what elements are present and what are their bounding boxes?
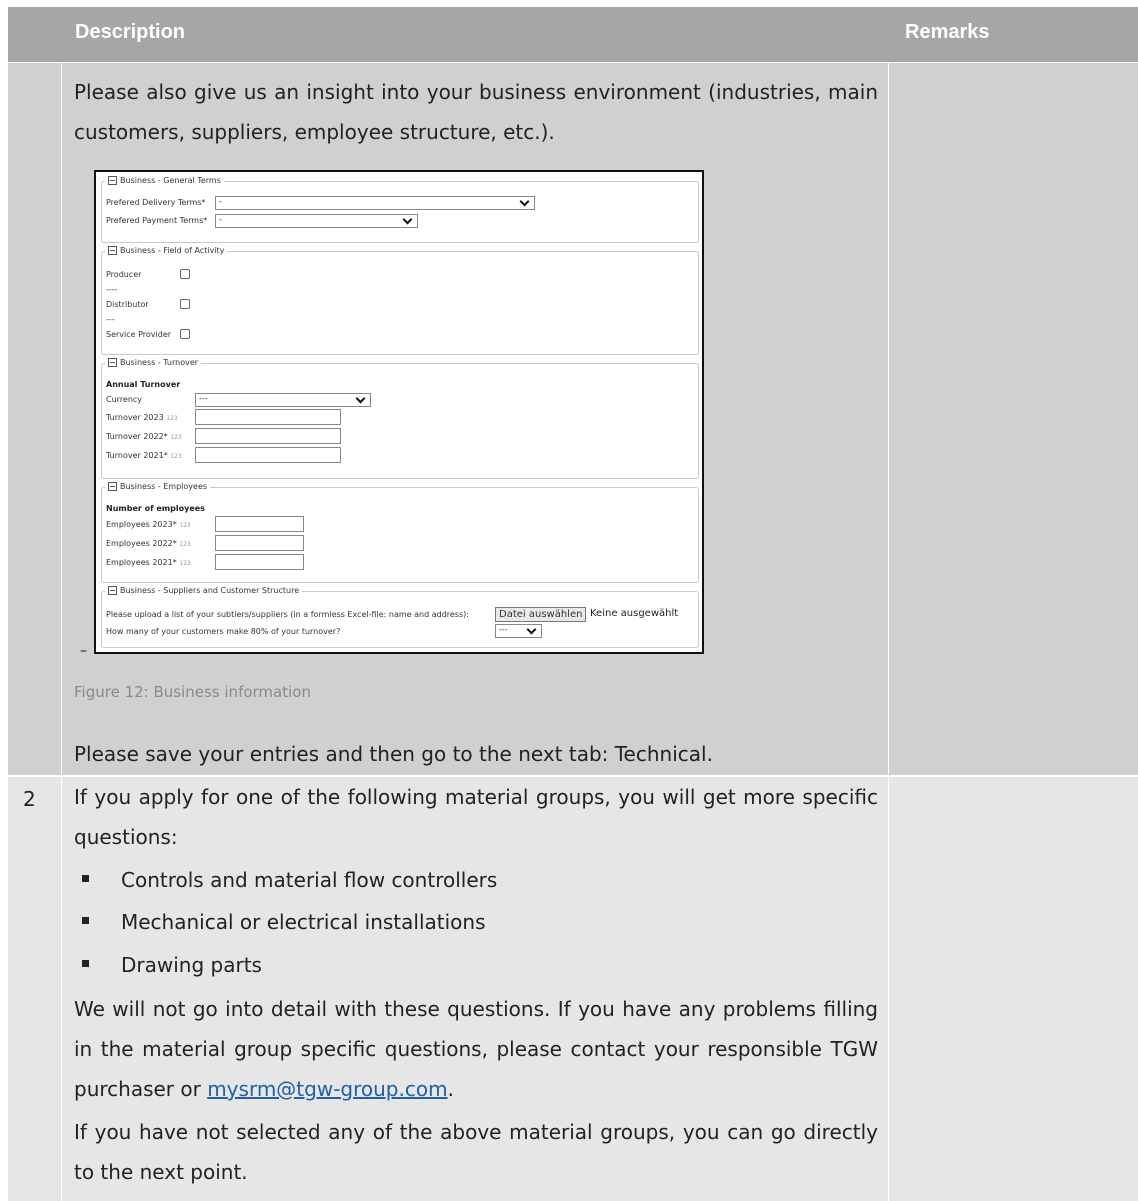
collapse-icon[interactable] [108,586,117,595]
separator-text: ---- [106,285,118,294]
employees-fieldset: Business - Employees Number of employees… [101,482,699,583]
chevron-down-icon [355,393,366,404]
choose-file-button[interactable]: Datei auswählen [495,607,587,622]
turnover-2021-input[interactable] [195,447,341,463]
separator-text: --- [106,315,115,324]
row-number-cell [8,63,61,775]
distributor-checkbox[interactable] [180,299,190,309]
service-provider-checkbox[interactable] [180,329,190,339]
general-terms-fieldset: Business - General Terms Prefered Delive… [101,176,699,243]
turnover-2023-input[interactable] [195,409,341,425]
payment-terms-select[interactable]: - [215,214,418,228]
description-column-header: Description [75,21,186,43]
description-cell: Please also give us an insight into your… [62,63,888,775]
producer-checkbox[interactable] [180,269,190,279]
collapse-icon[interactable] [108,358,117,367]
currency-select[interactable]: --- [195,393,371,407]
employees-2022-label: Employees 2022* 123 [106,539,191,548]
outro-text: Please save your entries and then go to … [74,742,713,766]
turnover-fieldset: Business - Turnover Annual Turnover Curr… [101,358,699,479]
description-cell: If you apply for one of the following ma… [62,777,888,1201]
turnover-2022-input[interactable] [195,428,341,444]
employees-2021-label: Employees 2021* 123 [106,558,191,567]
employees-2022-input[interactable] [215,535,304,551]
employees-2023-input[interactable] [215,516,304,532]
payment-terms-label: Prefered Payment Terms* [106,216,208,225]
chevron-down-icon [526,624,537,635]
currency-label: Currency [106,395,143,404]
chevron-down-icon [402,214,413,225]
annual-turnover-heading: Annual Turnover [106,380,181,389]
remarks-column-header: Remarks [905,21,990,43]
skip-paragraph: If you have not selected any of the abov… [74,1120,878,1184]
fieldset-legend: Business - Suppliers and Customer Struct… [120,586,300,595]
email-link[interactable]: mysrm@tgw-group.com [207,1077,447,1101]
contact-paragraph: We will not go into detail with these qu… [74,997,878,1101]
customers-select[interactable]: --- [495,624,542,638]
producer-label: Producer [106,270,142,279]
stray-dash: – [80,643,87,659]
row-number: 2 [23,787,36,811]
intro-text: If you apply for one of the following ma… [74,785,878,849]
collapse-icon[interactable] [108,246,117,255]
employees-2023-label: Employees 2023* 123 [106,520,191,529]
suppliers-fieldset: Business - Suppliers and Customer Struct… [101,586,699,648]
upload-label: Please upload a list of your subtiers/su… [106,610,469,619]
delivery-terms-select[interactable]: - [215,196,535,210]
turnover-2022-label: Turnover 2022* 123 [106,432,182,441]
intro-text: Please also give us an insight into your… [74,80,878,144]
fieldset-legend: Business - Employees [120,482,208,491]
customers-label: How many of your customers make 80% of y… [106,627,341,636]
bullet-icon [82,917,89,924]
employees-heading: Number of employees [106,504,205,513]
service-provider-label: Service Provider [106,330,172,339]
distributor-label: Distributor [106,300,149,309]
remarks-cell [889,777,1138,1201]
row-number-cell: 2 [8,777,61,1201]
table-row: 2 If you apply for one of the following … [8,777,1138,1201]
no-file-text: Keine ausgewählt [590,608,679,619]
table-row: Please also give us an insight into your… [8,63,1138,775]
fieldset-legend: Business - Turnover [120,358,199,367]
fieldset-legend: Business - General Terms [120,176,221,185]
collapse-icon[interactable] [108,176,117,185]
field-of-activity-fieldset: Business - Field of Activity Producer --… [101,246,699,355]
bullet-icon [82,960,89,967]
remarks-cell [889,63,1138,775]
delivery-terms-label: Prefered Delivery Terms* [106,198,206,207]
business-form-screenshot: – Business - General Terms Prefered Deli… [80,170,704,659]
turnover-2023-label: Turnover 2023 123 [106,413,178,422]
table-header: Description Remarks [8,7,1138,62]
bullet-icon [82,875,89,882]
collapse-icon[interactable] [108,482,117,491]
chevron-down-icon [519,196,530,207]
turnover-2021-label: Turnover 2021* 123 [106,451,182,460]
fieldset-legend: Business - Field of Activity [120,246,225,255]
employees-2021-input[interactable] [215,554,304,570]
figure-caption: Figure 12: Business information [74,683,311,701]
